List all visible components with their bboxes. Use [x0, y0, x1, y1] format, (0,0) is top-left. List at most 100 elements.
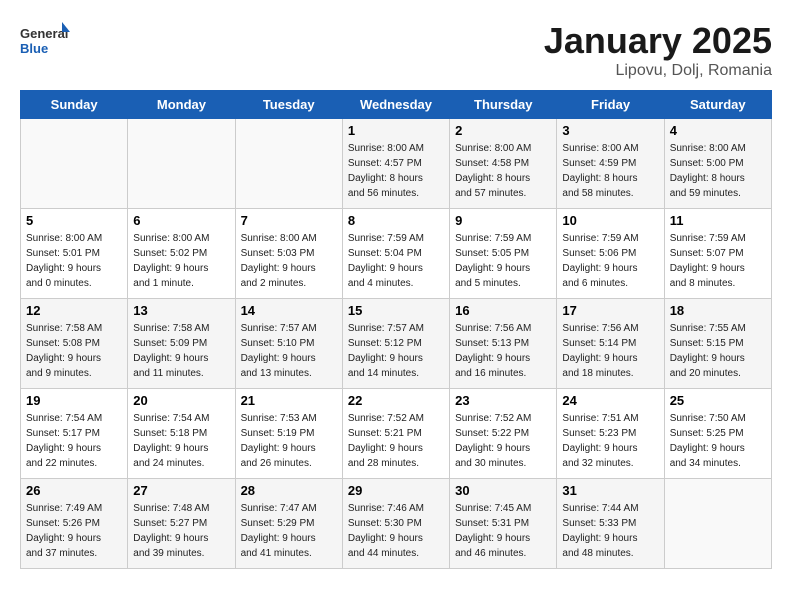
- day-number: 3: [562, 123, 658, 138]
- day-number: 11: [670, 213, 766, 228]
- day-detail: Sunrise: 7:47 AM Sunset: 5:29 PM Dayligh…: [241, 501, 337, 561]
- day-number: 30: [455, 483, 551, 498]
- calendar-cell: 13 Sunrise: 7:58 AM Sunset: 5:09 PM Dayli…: [128, 299, 235, 389]
- day-number: 23: [455, 393, 551, 408]
- calendar-cell: 18 Sunrise: 7:55 AM Sunset: 5:15 PM Dayli…: [664, 299, 771, 389]
- day-detail: Sunrise: 7:59 AM Sunset: 5:06 PM Dayligh…: [562, 231, 658, 291]
- day-detail: Sunrise: 8:00 AM Sunset: 4:57 PM Dayligh…: [348, 141, 444, 201]
- calendar-week-1: 1 Sunrise: 8:00 AM Sunset: 4:57 PM Daylig…: [21, 119, 772, 209]
- day-number: 21: [241, 393, 337, 408]
- day-number: 9: [455, 213, 551, 228]
- day-detail: Sunrise: 7:51 AM Sunset: 5:23 PM Dayligh…: [562, 411, 658, 471]
- weekday-header-tuesday: Tuesday: [235, 91, 342, 119]
- day-detail: Sunrise: 7:44 AM Sunset: 5:33 PM Dayligh…: [562, 501, 658, 561]
- day-detail: Sunrise: 7:58 AM Sunset: 5:09 PM Dayligh…: [133, 321, 229, 381]
- calendar-cell: [664, 479, 771, 569]
- calendar-cell: 25 Sunrise: 7:50 AM Sunset: 5:25 PM Dayli…: [664, 389, 771, 479]
- weekday-header-friday: Friday: [557, 91, 664, 119]
- calendar-cell: 23 Sunrise: 7:52 AM Sunset: 5:22 PM Dayli…: [450, 389, 557, 479]
- logo-svg: General Blue: [20, 20, 70, 65]
- day-number: 16: [455, 303, 551, 318]
- svg-text:Blue: Blue: [20, 41, 48, 56]
- day-number: 22: [348, 393, 444, 408]
- day-number: 12: [26, 303, 122, 318]
- calendar-cell: 15 Sunrise: 7:57 AM Sunset: 5:12 PM Dayli…: [342, 299, 449, 389]
- day-number: 29: [348, 483, 444, 498]
- day-number: 15: [348, 303, 444, 318]
- calendar-week-4: 19Sunrise: 7:54 AM Sunset: 5:17 PM Dayli…: [21, 389, 772, 479]
- day-number: 10: [562, 213, 658, 228]
- day-detail: Sunrise: 7:59 AM Sunset: 5:04 PM Dayligh…: [348, 231, 444, 291]
- calendar-cell: 31Sunrise: 7:44 AM Sunset: 5:33 PM Dayli…: [557, 479, 664, 569]
- logo: General Blue: [20, 20, 72, 65]
- calendar-week-2: 5 Sunrise: 8:00 AM Sunset: 5:01 PM Daylig…: [21, 209, 772, 299]
- day-number: 20: [133, 393, 229, 408]
- page-header: General Blue January 2025 Lipovu, Dolj, …: [20, 20, 772, 80]
- calendar-cell: 14 Sunrise: 7:57 AM Sunset: 5:10 PM Dayli…: [235, 299, 342, 389]
- calendar-cell: 24 Sunrise: 7:51 AM Sunset: 5:23 PM Dayli…: [557, 389, 664, 479]
- calendar-cell: 20 Sunrise: 7:54 AM Sunset: 5:18 PM Dayli…: [128, 389, 235, 479]
- weekday-header-saturday: Saturday: [664, 91, 771, 119]
- day-detail: Sunrise: 7:52 AM Sunset: 5:22 PM Dayligh…: [455, 411, 551, 471]
- calendar-cell: 22 Sunrise: 7:52 AM Sunset: 5:21 PM Dayli…: [342, 389, 449, 479]
- calendar-cell: 27 Sunrise: 7:48 AM Sunset: 5:27 PM Dayli…: [128, 479, 235, 569]
- day-number: 19: [26, 393, 122, 408]
- day-number: 8: [348, 213, 444, 228]
- weekday-header-thursday: Thursday: [450, 91, 557, 119]
- day-detail: Sunrise: 7:49 AM Sunset: 5:26 PM Dayligh…: [26, 501, 122, 561]
- day-detail: Sunrise: 7:45 AM Sunset: 5:31 PM Dayligh…: [455, 501, 551, 561]
- calendar-cell: 29 Sunrise: 7:46 AM Sunset: 5:30 PM Dayli…: [342, 479, 449, 569]
- day-number: 13: [133, 303, 229, 318]
- calendar-cell: 5 Sunrise: 8:00 AM Sunset: 5:01 PM Daylig…: [21, 209, 128, 299]
- calendar-cell: 2Sunrise: 8:00 AM Sunset: 4:58 PM Daylig…: [450, 119, 557, 209]
- day-detail: Sunrise: 7:59 AM Sunset: 5:07 PM Dayligh…: [670, 231, 766, 291]
- day-number: 4: [670, 123, 766, 138]
- day-number: 1: [348, 123, 444, 138]
- day-detail: Sunrise: 8:00 AM Sunset: 5:00 PM Dayligh…: [670, 141, 766, 201]
- day-detail: Sunrise: 8:00 AM Sunset: 5:01 PM Dayligh…: [26, 231, 122, 291]
- day-number: 5: [26, 213, 122, 228]
- day-number: 18: [670, 303, 766, 318]
- calendar-cell: 3Sunrise: 8:00 AM Sunset: 4:59 PM Daylig…: [557, 119, 664, 209]
- calendar-cell: 8 Sunrise: 7:59 AM Sunset: 5:04 PM Daylig…: [342, 209, 449, 299]
- calendar-cell: 12 Sunrise: 7:58 AM Sunset: 5:08 PM Dayli…: [21, 299, 128, 389]
- day-detail: Sunrise: 7:58 AM Sunset: 5:08 PM Dayligh…: [26, 321, 122, 381]
- day-number: 24: [562, 393, 658, 408]
- month-title: January 2025: [544, 20, 772, 62]
- day-number: 28: [241, 483, 337, 498]
- day-detail: Sunrise: 8:00 AM Sunset: 5:03 PM Dayligh…: [241, 231, 337, 291]
- calendar-cell: 17Sunrise: 7:56 AM Sunset: 5:14 PM Dayli…: [557, 299, 664, 389]
- calendar-cell: 10 Sunrise: 7:59 AM Sunset: 5:06 PM Dayli…: [557, 209, 664, 299]
- day-detail: Sunrise: 7:56 AM Sunset: 5:13 PM Dayligh…: [455, 321, 551, 381]
- calendar-cell: [128, 119, 235, 209]
- day-detail: Sunrise: 7:57 AM Sunset: 5:10 PM Dayligh…: [241, 321, 337, 381]
- day-number: 27: [133, 483, 229, 498]
- calendar-cell: 4 Sunrise: 8:00 AM Sunset: 5:00 PM Daylig…: [664, 119, 771, 209]
- calendar-cell: [235, 119, 342, 209]
- day-detail: Sunrise: 7:46 AM Sunset: 5:30 PM Dayligh…: [348, 501, 444, 561]
- title-block: January 2025 Lipovu, Dolj, Romania: [544, 20, 772, 80]
- day-detail: Sunrise: 7:55 AM Sunset: 5:15 PM Dayligh…: [670, 321, 766, 381]
- calendar-cell: 11 Sunrise: 7:59 AM Sunset: 5:07 PM Dayli…: [664, 209, 771, 299]
- day-detail: Sunrise: 7:54 AM Sunset: 5:18 PM Dayligh…: [133, 411, 229, 471]
- calendar-cell: 26 Sunrise: 7:49 AM Sunset: 5:26 PM Dayli…: [21, 479, 128, 569]
- weekday-header-monday: Monday: [128, 91, 235, 119]
- day-detail: Sunrise: 7:59 AM Sunset: 5:05 PM Dayligh…: [455, 231, 551, 291]
- calendar-cell: 1 Sunrise: 8:00 AM Sunset: 4:57 PM Daylig…: [342, 119, 449, 209]
- calendar-week-3: 12 Sunrise: 7:58 AM Sunset: 5:08 PM Dayli…: [21, 299, 772, 389]
- svg-text:General: General: [20, 26, 68, 41]
- day-detail: Sunrise: 7:50 AM Sunset: 5:25 PM Dayligh…: [670, 411, 766, 471]
- day-number: 26: [26, 483, 122, 498]
- day-detail: Sunrise: 7:53 AM Sunset: 5:19 PM Dayligh…: [241, 411, 337, 471]
- day-number: 25: [670, 393, 766, 408]
- day-detail: Sunrise: 7:57 AM Sunset: 5:12 PM Dayligh…: [348, 321, 444, 381]
- day-detail: Sunrise: 8:00 AM Sunset: 5:02 PM Dayligh…: [133, 231, 229, 291]
- calendar-cell: 7Sunrise: 8:00 AM Sunset: 5:03 PM Daylig…: [235, 209, 342, 299]
- day-detail: Sunrise: 7:48 AM Sunset: 5:27 PM Dayligh…: [133, 501, 229, 561]
- day-detail: Sunrise: 7:52 AM Sunset: 5:21 PM Dayligh…: [348, 411, 444, 471]
- day-number: 14: [241, 303, 337, 318]
- calendar-cell: 21 Sunrise: 7:53 AM Sunset: 5:19 PM Dayli…: [235, 389, 342, 479]
- weekday-header-wednesday: Wednesday: [342, 91, 449, 119]
- calendar-table: SundayMondayTuesdayWednesdayThursdayFrid…: [20, 90, 772, 569]
- calendar-cell: 9 Sunrise: 7:59 AM Sunset: 5:05 PM Daylig…: [450, 209, 557, 299]
